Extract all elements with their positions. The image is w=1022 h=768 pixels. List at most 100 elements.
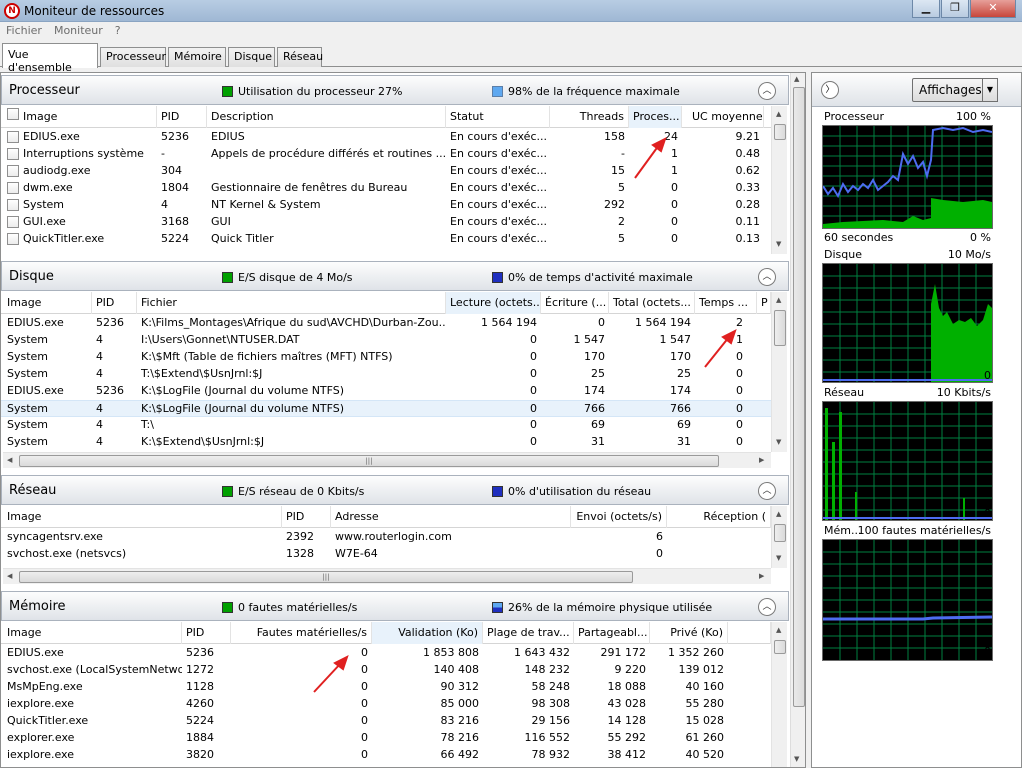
- scroll-thumb[interactable]: [774, 310, 786, 346]
- main-vertical-scrollbar[interactable]: ▲ ▼: [790, 73, 805, 767]
- scroll-up-icon[interactable]: ▲: [776, 296, 781, 304]
- column-header[interactable]: Temps ...: [695, 292, 757, 314]
- row-checkbox[interactable]: [7, 182, 19, 194]
- table-row[interactable]: QuickTitler.exe 5224 0 83 216 29 156 14 128 15…: [1, 713, 771, 730]
- restore-icon[interactable]: ❐: [941, 0, 969, 18]
- table-row[interactable]: EDIUS.exe 5236 0 1 853 808 1 643 432 291 172 1…: [1, 645, 771, 662]
- memory-vertical-scrollbar[interactable]: ▲: [771, 622, 787, 767]
- column-header[interactable]: Plage de trav...: [483, 622, 574, 644]
- column-header[interactable]: Threads: [550, 106, 629, 128]
- chevron-down-icon[interactable]: ▼: [982, 78, 998, 102]
- scroll-thumb[interactable]: [793, 87, 805, 707]
- column-header[interactable]: Total (octets...: [609, 292, 695, 314]
- table-row[interactable]: System 4 I:\Users\Gonnet\NTUSER.DAT 0 1 547 1…: [1, 332, 771, 349]
- column-header[interactable]: Statut: [446, 106, 550, 128]
- scroll-down-icon[interactable]: ▼: [794, 755, 799, 763]
- close-icon[interactable]: ✕: [970, 0, 1016, 18]
- scroll-down-icon[interactable]: ▼: [776, 438, 781, 446]
- column-header[interactable]: PID: [92, 292, 137, 314]
- table-row[interactable]: svchost.exe (netsvcs) 1328 W7E-64 0: [1, 546, 771, 563]
- collapse-icon[interactable]: ︿: [758, 482, 776, 500]
- tab-disk[interactable]: Disque: [228, 47, 275, 67]
- scroll-down-icon[interactable]: ▼: [776, 240, 781, 248]
- table-row[interactable]: iexplore.exe 4260 0 85 000 98 308 43 028 55 28…: [1, 696, 771, 713]
- table-row[interactable]: GUI.exe 3168 GUI En cours d'exéc... 2 0 0.11: [1, 214, 771, 231]
- cpu-section-header[interactable]: Processeur Utilisation du processeur 27%…: [1, 75, 789, 105]
- row-checkbox[interactable]: [7, 216, 19, 228]
- scroll-up-icon[interactable]: ▲: [794, 75, 799, 83]
- table-row[interactable]: svchost.exe (LocalSystemNetwo... 1272 0 140…: [1, 662, 771, 679]
- column-header-sorted[interactable]: Validation (Ko): [372, 622, 483, 644]
- scroll-up-icon[interactable]: ▲: [776, 510, 781, 518]
- column-header[interactable]: Image: [19, 106, 157, 128]
- scroll-right-icon[interactable]: ▶: [759, 456, 764, 464]
- column-header[interactable]: Envoi (octets/s): [571, 506, 667, 528]
- column-header[interactable]: UC moyenne: [682, 106, 764, 128]
- table-row[interactable]: Interruptions système - Appels de procédur…: [1, 146, 771, 163]
- column-header[interactable]: Partageabl...: [574, 622, 650, 644]
- table-row[interactable]: System 4 K:\$Extend\$UsnJrnl:$J 0 31 31 0: [1, 434, 771, 451]
- scroll-thumb[interactable]: |||: [19, 455, 719, 467]
- disk-section-header[interactable]: Disque E/S disque de 4 Mo/s 0% de temps …: [1, 261, 789, 291]
- table-row[interactable]: audiodg.exe 304 En cours d'exéc... 15 1 0.62: [1, 163, 771, 180]
- table-row[interactable]: EDIUS.exe 5236 EDIUS En cours d'exéc... 158 2…: [1, 129, 771, 146]
- scroll-thumb[interactable]: [774, 124, 786, 140]
- row-checkbox[interactable]: [7, 148, 19, 160]
- column-header[interactable]: Description: [207, 106, 446, 128]
- scroll-thumb[interactable]: [774, 524, 786, 542]
- table-row[interactable]: System 4 K:\$LogFile (Journal du volume NT…: [1, 400, 771, 417]
- column-header[interactable]: PID: [157, 106, 207, 128]
- scroll-thumb[interactable]: |||: [19, 571, 633, 583]
- memory-section-header[interactable]: Mémoire 0 fautes matérielles/s 26% de la…: [1, 591, 789, 621]
- collapse-icon[interactable]: ︿: [758, 598, 776, 616]
- scroll-right-icon[interactable]: ▶: [759, 572, 764, 580]
- column-header[interactable]: Image: [3, 622, 182, 644]
- cpu-vertical-scrollbar[interactable]: ▲ ▼: [771, 106, 787, 254]
- column-header[interactable]: Image: [3, 506, 282, 528]
- tab-network[interactable]: Réseau: [277, 47, 323, 67]
- table-row[interactable]: iexplore.exe 3820 0 66 492 78 932 38 412 40 52…: [1, 747, 771, 764]
- column-header[interactable]: Fichier: [137, 292, 446, 314]
- column-header[interactable]: Fautes matérielles/s: [231, 622, 372, 644]
- collapse-icon[interactable]: ︿: [758, 82, 776, 100]
- row-checkbox[interactable]: [7, 131, 19, 143]
- menu-fichier[interactable]: Fichier: [0, 22, 48, 39]
- table-row[interactable]: System 4 T:\$Extend\$UsnJrnl:$J 0 25 25 0: [1, 366, 771, 383]
- tab-processor[interactable]: Processeur: [100, 47, 166, 67]
- row-checkbox[interactable]: [7, 199, 19, 211]
- row-checkbox[interactable]: [7, 165, 19, 177]
- column-header[interactable]: Image: [3, 292, 92, 314]
- scroll-up-icon[interactable]: ▲: [776, 626, 781, 634]
- table-row[interactable]: explorer.exe 1884 0 78 216 116 552 55 292 61 2…: [1, 730, 771, 747]
- table-row[interactable]: MsMpEng.exe 1128 0 90 312 58 248 18 088 40 160: [1, 679, 771, 696]
- table-row[interactable]: QuickTitler.exe 5224 Quick Titler En cours …: [1, 231, 771, 248]
- scroll-left-icon[interactable]: ◀: [7, 456, 12, 464]
- table-row[interactable]: EDIUS.exe 5236 K:\Films_Montages\Afrique d…: [1, 315, 771, 332]
- menu-moniteur[interactable]: Moniteur: [48, 22, 109, 39]
- network-section-header[interactable]: Réseau E/S réseau de 0 Kbits/s 0% d'util…: [1, 475, 789, 505]
- minimize-icon[interactable]: ▁: [912, 0, 940, 18]
- network-vertical-scrollbar[interactable]: ▲ ▼: [771, 506, 787, 568]
- table-row[interactable]: EDIUS.exe 5236 K:\$LogFile (Journal du vol…: [1, 383, 771, 400]
- column-header[interactable]: PID: [182, 622, 231, 644]
- column-header[interactable]: PID: [282, 506, 331, 528]
- table-row[interactable]: dwm.exe 1804 Gestionnaire de fenêtres du B…: [1, 180, 771, 197]
- menu-help[interactable]: ?: [109, 22, 127, 39]
- row-checkbox[interactable]: [7, 233, 19, 245]
- column-header-sorted[interactable]: Proces...: [629, 106, 682, 128]
- views-dropdown[interactable]: Affichages ▼: [912, 78, 998, 102]
- select-all-checkbox[interactable]: [7, 108, 19, 120]
- disk-vertical-scrollbar[interactable]: ▲ ▼: [771, 292, 787, 452]
- column-header[interactable]: Écriture (...: [541, 292, 609, 314]
- table-row[interactable]: syncagentsrv.exe 2392 www.routerlogin.com 6: [1, 529, 771, 546]
- scroll-left-icon[interactable]: ◀: [7, 572, 12, 580]
- disk-horizontal-scrollbar[interactable]: ◀ ||| ▶: [3, 452, 771, 468]
- column-header-sorted[interactable]: Lecture (octets...: [446, 292, 541, 314]
- table-row[interactable]: System 4 T:\ 0 69 69 0: [1, 417, 771, 434]
- collapse-icon[interactable]: ︿: [758, 268, 776, 286]
- column-header[interactable]: P: [757, 292, 771, 314]
- column-header[interactable]: Réception (: [667, 506, 771, 528]
- network-horizontal-scrollbar[interactable]: ◀ ||| ▶: [3, 568, 771, 584]
- scroll-down-icon[interactable]: ▼: [776, 554, 781, 562]
- scroll-up-icon[interactable]: ▲: [776, 110, 781, 118]
